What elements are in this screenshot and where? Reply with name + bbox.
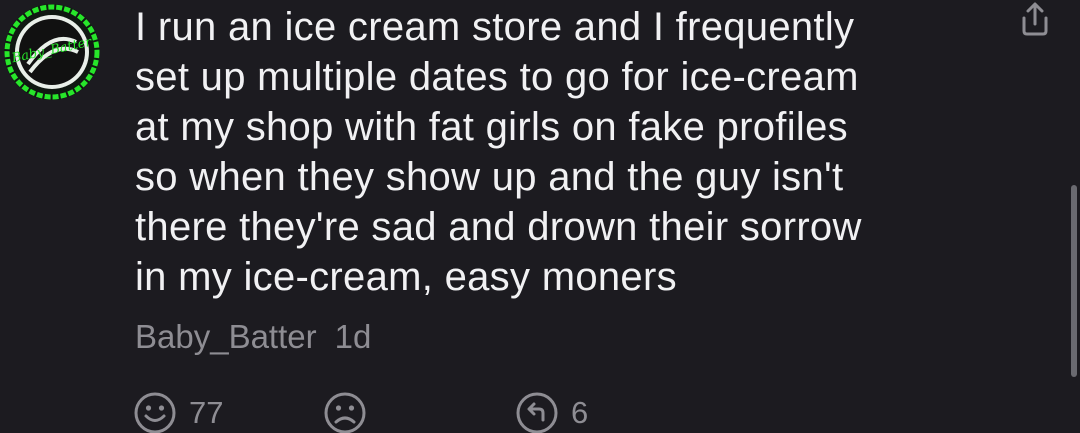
- reply-button[interactable]: 6: [515, 388, 588, 433]
- post-meta: Baby_Batter 1d: [135, 317, 371, 357]
- dislike-button[interactable]: [323, 388, 367, 433]
- sad-face-icon: [324, 392, 366, 433]
- author-name[interactable]: Baby_Batter: [135, 318, 317, 355]
- post-card: Baby_Batter I run an ice cream store and…: [0, 0, 1080, 433]
- post-body: I run an ice cream store and I frequentl…: [135, 5, 862, 299]
- share-icon: [1022, 2, 1048, 36]
- post-age: 1d: [334, 318, 372, 355]
- reply-arrow-icon: [516, 392, 558, 433]
- like-button[interactable]: 77: [133, 388, 223, 433]
- avatar[interactable]: Baby_Batter: [2, 2, 102, 102]
- scrollbar[interactable]: [1071, 185, 1077, 377]
- smiley-face-icon: [134, 392, 176, 433]
- share-button[interactable]: [1012, 0, 1058, 40]
- like-count: 77: [189, 395, 224, 430]
- reply-count: 6: [571, 395, 589, 430]
- avatar-logo-icon: Baby_Batter: [4, 4, 100, 100]
